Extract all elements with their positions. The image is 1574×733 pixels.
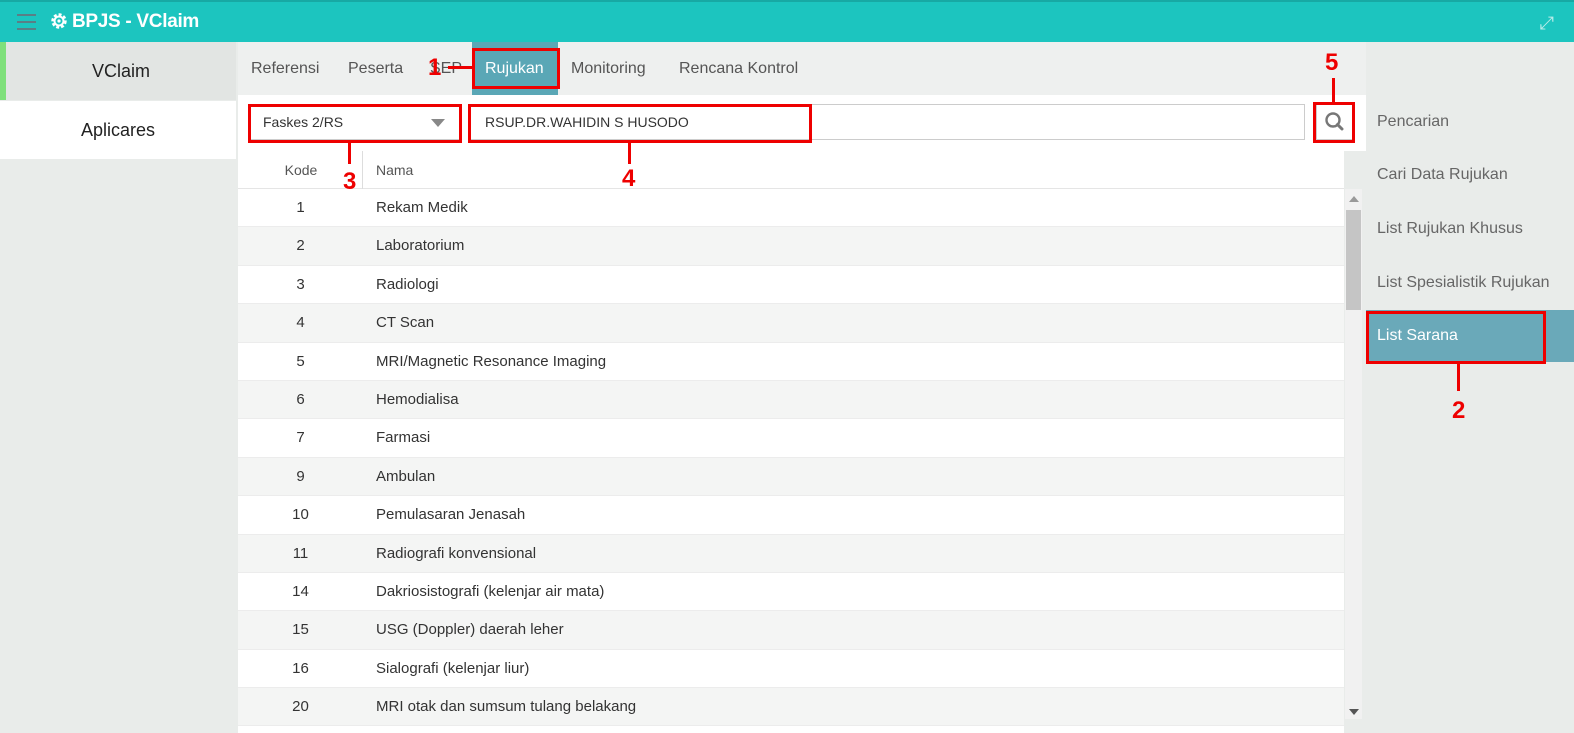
cell-nama: Ambulan [376, 467, 436, 485]
left-navigation: VClaim Aplicares [0, 42, 236, 733]
expand-icon[interactable]: ⤢ [1540, 13, 1554, 34]
highlight-search-input [468, 104, 812, 143]
highlight-faskes-select [248, 104, 462, 143]
cell-nama: Farmasi [376, 429, 431, 447]
cell-nama: Dakriosistografi (kelenjar air mata) [376, 582, 605, 600]
cell-kode: 4 [296, 314, 305, 332]
cell-nama: Radiografi konvensional [376, 544, 537, 562]
cell-nama: MRI otak dan sumsum tulang belakang [376, 698, 637, 716]
menu-item-pencarian[interactable]: Pencarian [1366, 96, 1574, 148]
cell-kode: 3 [296, 275, 305, 293]
cell-nama: CT Scan [376, 314, 435, 332]
table-row[interactable]: 15 USG (Doppler) daerah leher [238, 611, 1344, 650]
right-menu: Pencarian Cari Data Rujukan List Rujukan… [1366, 95, 1574, 733]
cell-kode: 7 [296, 429, 305, 447]
table-row[interactable]: 1 Rekam Medik [238, 189, 1344, 228]
callout-number-1: 1 [428, 54, 442, 81]
tab-referensi[interactable]: Referensi [238, 42, 332, 95]
nav-item-vclaim[interactable]: VClaim [0, 42, 236, 100]
table-row[interactable]: 16 Sialografi (kelenjar liur) [238, 650, 1344, 689]
cell-nama: Hemodialisa [376, 390, 459, 408]
gear-icon [51, 13, 67, 29]
callout-4-connector [628, 143, 631, 164]
app-title: BPJS - VClaim [50, 11, 199, 33]
table-row[interactable]: 14 Dakriosistografi (kelenjar air mata) [238, 573, 1344, 612]
table-row[interactable]: 2 Laboratorium [238, 227, 1344, 266]
menu-item-list-rujukan-khusus[interactable]: List Rujukan Khusus [1366, 203, 1574, 255]
cell-kode: 15 [292, 621, 309, 639]
main-tabs: Referensi Peserta SEP Rujukan Monitoring… [238, 42, 1366, 95]
callout-1-connector [448, 66, 473, 69]
callout-number-3: 3 [343, 168, 357, 195]
cell-nama: USG (Doppler) daerah leher [376, 621, 564, 639]
cell-kode: 2 [296, 237, 305, 255]
callout-3-connector [348, 143, 351, 164]
table-body: 1 Rekam Medik 2 Laboratorium 3 Radiologi 4 C… [238, 189, 1344, 727]
table-row[interactable]: 9 Ambulan [238, 457, 1344, 497]
sarana-table: Kode Nama 1 Rekam Medik 2 Laboratorium 3 Ra… [238, 151, 1344, 733]
cell-nama: Pemulasaran Jenasah [376, 506, 526, 524]
table-header: Kode Nama [238, 151, 1344, 189]
cell-kode: 14 [292, 582, 309, 600]
table-row[interactable]: 3 Radiologi [238, 266, 1344, 305]
table-row[interactable]: 7 Farmasi [238, 419, 1344, 458]
cell-nama: Rekam Medik [376, 199, 468, 216]
highlight-search-button [1313, 102, 1355, 143]
table-row[interactable]: 4 CT Scan [238, 304, 1344, 343]
callout-5-connector [1332, 78, 1335, 102]
cell-nama: Radiologi [376, 275, 439, 293]
menu-item-list-spesialistik-rujukan[interactable]: List Spesialistik Rujukan [1366, 257, 1574, 309]
cell-kode: 11 [292, 544, 309, 562]
table-row[interactable]: 6 Hemodialisa [238, 380, 1344, 420]
cell-kode: 6 [296, 390, 305, 408]
top-bar: BPJS - VClaim ⤢ [0, 0, 1574, 42]
table-row[interactable]: 11 Radiografi konvensional [238, 534, 1344, 573]
scrollbar-thumb[interactable] [1346, 210, 1361, 310]
table-row[interactable]: 5 MRI/Magnetic Resonance Imaging [238, 343, 1344, 381]
tab-rencana-kontrol[interactable]: Rencana Kontrol [666, 42, 811, 95]
highlight-list-sarana [1366, 311, 1546, 364]
cell-kode: 10 [292, 506, 309, 524]
table-row[interactable]: 10 Pemulasaran Jenasah [238, 496, 1344, 535]
highlight-rujukan-tab [472, 48, 560, 89]
cell-nama: Laboratorium [376, 237, 465, 255]
cell-kode: 20 [292, 698, 309, 716]
callout-number-2: 2 [1452, 397, 1466, 424]
callout-number-4: 4 [622, 165, 636, 192]
column-header-nama[interactable]: Nama [376, 151, 413, 189]
hamburger-menu-icon[interactable] [17, 14, 36, 30]
nav-item-aplicares[interactable]: Aplicares [0, 101, 236, 159]
cell-kode: 16 [292, 659, 309, 677]
menu-item-cari-data-rujukan[interactable]: Cari Data Rujukan [1366, 149, 1574, 201]
callout-number-5: 5 [1325, 49, 1339, 76]
cell-nama: MRI/Magnetic Resonance Imaging [376, 352, 607, 370]
cell-nama: Sialografi (kelenjar liur) [376, 659, 530, 677]
table-row[interactable]: 20 MRI otak dan sumsum tulang belakang [238, 688, 1344, 727]
callout-2-connector [1457, 364, 1460, 391]
tab-peserta[interactable]: Peserta [335, 42, 416, 95]
cell-kode: 5 [296, 352, 305, 370]
scroll-down-arrow-icon[interactable] [1349, 709, 1359, 715]
tab-monitoring[interactable]: Monitoring [558, 42, 659, 95]
cell-kode: 9 [296, 467, 305, 485]
app-title-text: BPJS - VClaim [72, 11, 200, 32]
scroll-up-arrow-icon[interactable] [1349, 196, 1359, 202]
